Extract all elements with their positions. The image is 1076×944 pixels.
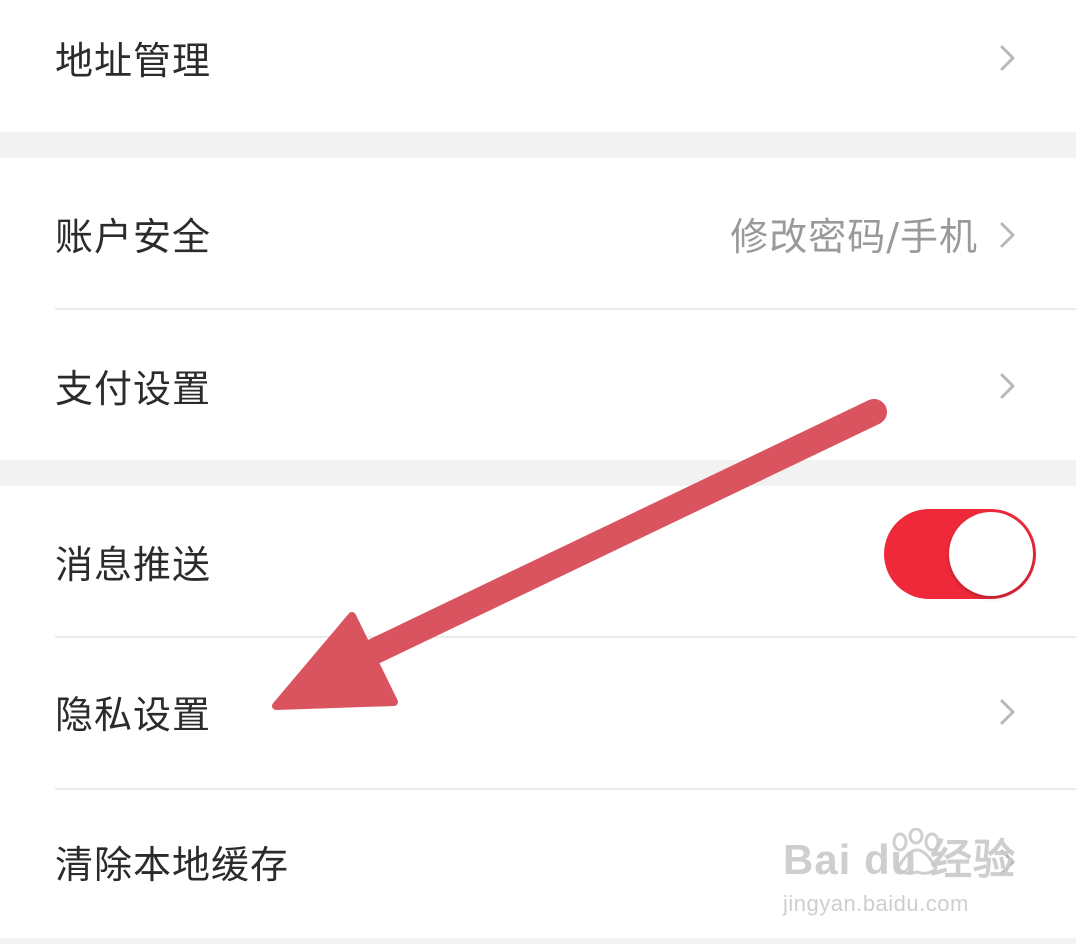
privacy-settings-row[interactable]: 隐私设置	[0, 638, 1076, 788]
baidu-watermark: Bai du 经验 jingyan.baidu.com	[783, 826, 1016, 917]
toggle-knob	[949, 512, 1033, 596]
watermark-brand: Bai du 经验	[782, 836, 1016, 883]
message-push-toggle[interactable]	[884, 509, 1036, 599]
payment-settings-row[interactable]: 支付设置	[0, 310, 1076, 460]
chevron-right-icon	[993, 44, 1021, 72]
clear-cache-label: 清除本地缓存	[55, 843, 290, 887]
chevron-right-icon	[993, 372, 1021, 400]
payment-settings-label: 支付设置	[55, 367, 212, 411]
section-gap	[0, 132, 1076, 158]
privacy-settings-label: 隐私设置	[55, 693, 212, 737]
watermark-url: jingyan.baidu.com	[782, 891, 969, 916]
section-gap	[0, 938, 1076, 944]
address-management-row[interactable]: 地址管理	[0, 0, 1076, 132]
account-security-value: 修改密码/手机	[730, 215, 978, 259]
account-security-label: 账户安全	[55, 215, 212, 259]
address-management-label: 地址管理	[55, 39, 212, 83]
chevron-right-icon	[993, 221, 1021, 249]
chevron-right-icon	[993, 698, 1021, 726]
message-push-row: 消息推送	[0, 486, 1076, 636]
account-security-row[interactable]: 账户安全 修改密码/手机	[0, 158, 1076, 308]
section-gap	[0, 460, 1076, 486]
message-push-label: 消息推送	[55, 543, 212, 587]
